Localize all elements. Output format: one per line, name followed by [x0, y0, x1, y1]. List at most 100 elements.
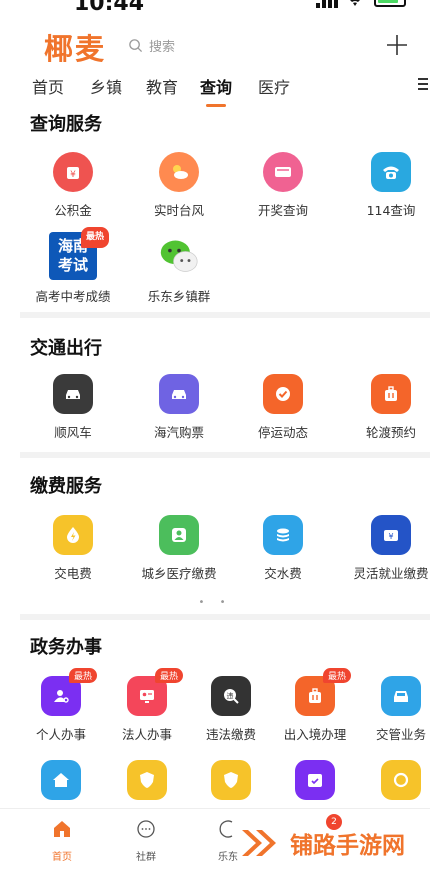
service-suspension[interactable]: 停运动态 — [240, 374, 326, 441]
exam-logo-text: 考试 — [57, 256, 88, 274]
svg-text:违: 违 — [227, 692, 234, 700]
service-label: 轮渡预约 — [365, 425, 416, 440]
yuan-ticket-icon: ¥ — [371, 515, 411, 555]
service-label: 交管业务 — [375, 727, 426, 742]
signal-icon — [316, 0, 338, 8]
nav-label: 首页 — [52, 852, 72, 863]
service-label: 海汽购票 — [153, 425, 204, 440]
service-label: 开奖查询 — [257, 203, 308, 218]
service-housing[interactable] — [18, 760, 104, 800]
service-label: 乐东乡镇群 — [147, 289, 211, 304]
passport-icon: 最热 — [295, 668, 351, 716]
watermark-text: 铺路手游网 — [290, 833, 405, 859]
service-label: 违法缴费 — [205, 727, 256, 742]
nav-community[interactable]: 社群 — [116, 819, 176, 863]
service-typhoon[interactable]: 实时台风 — [136, 152, 222, 219]
service-housing-fund[interactable]: ¥ 公积金 — [30, 152, 116, 219]
service-label: 顺风车 — [54, 425, 92, 440]
refresh-icon — [381, 760, 421, 800]
section-title-payment: 缴费服务 — [30, 476, 102, 497]
service-appointment[interactable] — [272, 760, 358, 800]
status-time: 10:44 — [74, 0, 145, 16]
watermark: 铺路手游网 — [240, 826, 405, 860]
hot-badge: 最热 — [68, 668, 97, 683]
tab-medical[interactable]: 医疗 — [258, 74, 290, 98]
service-exam-score[interactable]: 海南 考试 最热 高考中考成绩 — [30, 227, 116, 305]
service-label: 灵活就业缴费 — [353, 566, 429, 581]
tab-education[interactable]: 教育 — [146, 74, 178, 98]
person-icon: 最热 — [41, 668, 97, 716]
search-icon — [129, 39, 143, 53]
check-icon — [263, 374, 303, 414]
coins-icon — [263, 515, 303, 555]
service-label: 公积金 — [54, 203, 92, 218]
circle-icon — [219, 820, 233, 838]
tab-query[interactable]: 查询 — [200, 74, 232, 107]
service-employment-payment[interactable]: ¥ 灵活就业缴费 — [348, 515, 430, 582]
app-header: 椰麦 搜索 — [0, 22, 430, 68]
tab-menu-icon[interactable] — [418, 78, 428, 90]
service-label: 出入境办理 — [283, 727, 347, 742]
service-lottery[interactable]: 开奖查询 — [240, 152, 326, 219]
service-medical-payment[interactable]: 城乡医疗缴费 — [136, 515, 222, 582]
section-divider — [20, 312, 430, 318]
chevron-logo-icon — [242, 830, 276, 856]
hot-badge: 最热 — [80, 227, 109, 248]
nav-home[interactable]: 首页 — [32, 819, 92, 863]
tab-towns[interactable]: 乡镇 — [90, 74, 122, 98]
wifi-icon — [350, 0, 360, 6]
service-rideshare[interactable]: 顺风车 — [30, 374, 116, 441]
service-town-group[interactable]: 乐东乡镇群 — [136, 236, 222, 305]
ticket-icon — [263, 152, 303, 192]
service-electricity[interactable]: 交电费 — [30, 515, 116, 582]
id-card-icon: 最热 — [127, 668, 183, 716]
app-logo: 椰麦 — [44, 32, 107, 66]
service-water[interactable]: 交水费 — [240, 515, 326, 582]
search-placeholder: 搜索 — [149, 40, 176, 55]
battery-icon — [374, 0, 406, 7]
home-icon — [54, 821, 70, 837]
police-icon — [127, 760, 167, 800]
service-personal[interactable]: 最热 个人办事 — [18, 668, 104, 743]
exam-logo: 海南 考试 最热 — [49, 227, 109, 280]
electric-drop-icon — [53, 515, 93, 555]
service-ferry[interactable]: 轮渡预约 — [348, 374, 430, 441]
service-renewal[interactable] — [358, 760, 430, 800]
house-icon — [41, 760, 81, 800]
service-law[interactable] — [188, 760, 274, 800]
tab-home[interactable]: 首页 — [32, 74, 64, 98]
service-traffic-admin[interactable]: 交管业务 — [358, 676, 430, 743]
medical-user-icon — [159, 515, 199, 555]
car-icon — [53, 374, 93, 414]
service-legal-person[interactable]: 最热 法人办事 — [104, 668, 190, 743]
section-divider — [20, 614, 430, 620]
calendar-check-icon — [295, 760, 335, 800]
add-icon[interactable] — [386, 34, 408, 56]
wechat-icon — [159, 236, 199, 276]
service-label: 个人办事 — [35, 727, 86, 742]
nav-label: 社群 — [136, 852, 156, 863]
service-label: 交电费 — [54, 566, 92, 581]
service-violation-payment[interactable]: 违 违法缴费 — [188, 676, 274, 743]
service-exit-entry[interactable]: 最热 出入境办理 — [272, 668, 358, 743]
yuan-bag-icon: ¥ — [53, 152, 93, 192]
service-police[interactable] — [104, 760, 190, 800]
chat-icon — [137, 820, 155, 838]
service-114[interactable]: 114查询 — [348, 152, 430, 219]
service-label: 交水费 — [264, 566, 302, 581]
service-bus-ticket[interactable]: 海汽购票 — [136, 374, 222, 441]
search-bar[interactable]: 搜索 — [128, 36, 175, 55]
service-label: 法人办事 — [121, 727, 172, 742]
sun-cloud-icon — [159, 152, 199, 192]
service-label: 114查询 — [366, 203, 416, 218]
pager-dots: • • — [198, 597, 232, 608]
svg-text:¥: ¥ — [70, 170, 76, 180]
bus-icon — [159, 374, 199, 414]
section-divider — [20, 452, 430, 458]
svg-text:¥: ¥ — [388, 532, 393, 541]
category-tabs: 首页 乡镇 教育 查询 医疗 — [0, 72, 430, 107]
law-icon — [211, 760, 251, 800]
status-bar: 10:44 — [0, 0, 430, 20]
section-title-gov: 政务办事 — [30, 637, 102, 658]
service-label: 高考中考成绩 — [35, 289, 111, 304]
